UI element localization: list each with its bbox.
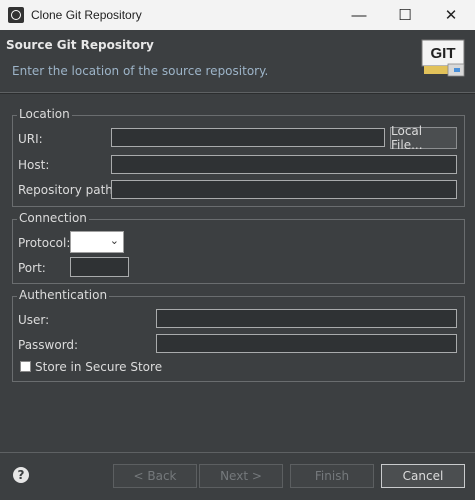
- uri-label: URI:: [18, 132, 43, 146]
- back-button[interactable]: < Back: [113, 464, 197, 488]
- host-label: Host:: [18, 158, 50, 172]
- repository-path-input[interactable]: [111, 180, 457, 199]
- location-group-title: Location: [17, 107, 72, 121]
- window-title: Clone Git Repository: [31, 8, 142, 22]
- maximize-icon: ☐: [398, 7, 412, 24]
- store-in-secure-store-checkbox[interactable]: [20, 361, 31, 372]
- password-input[interactable]: [156, 334, 457, 353]
- user-input[interactable]: [156, 309, 457, 328]
- close-button[interactable]: ✕: [428, 0, 474, 30]
- git-logo-text: GIT: [431, 45, 456, 62]
- close-icon: ✕: [444, 7, 458, 24]
- footer-separator: [0, 452, 475, 453]
- local-file-button[interactable]: Local File...: [390, 124, 457, 152]
- page-heading: Source Git Repository: [6, 38, 154, 52]
- page-description: Enter the location of the source reposit…: [12, 64, 269, 78]
- cancel-button[interactable]: Cancel: [381, 464, 465, 488]
- minimize-button[interactable]: —: [336, 0, 382, 30]
- authentication-group-title: Authentication: [17, 288, 110, 302]
- protocol-select[interactable]: ⌄: [70, 231, 124, 253]
- minimize-icon: —: [351, 6, 367, 24]
- finish-button[interactable]: Finish: [290, 464, 374, 488]
- host-input[interactable]: [111, 155, 457, 174]
- header-separator-shadow: [0, 93, 475, 94]
- maximize-button[interactable]: ☐: [382, 0, 428, 30]
- user-label: User:: [18, 313, 50, 327]
- protocol-label: Protocol:: [18, 236, 71, 250]
- chevron-down-icon: ⌄: [109, 234, 119, 247]
- port-label: Port:: [18, 261, 46, 275]
- wizard-header: Source Git Repository Enter the location…: [0, 30, 475, 92]
- password-label: Password:: [18, 338, 79, 352]
- connection-group-title: Connection: [17, 211, 89, 225]
- git-logo-icon: GIT: [421, 39, 465, 77]
- title-bar: Clone Git Repository — ☐ ✕: [0, 0, 475, 30]
- help-icon[interactable]: ?: [13, 467, 29, 483]
- eclipse-app-icon: [8, 7, 24, 23]
- repository-path-label: Repository path:: [18, 183, 117, 197]
- store-in-secure-store-label[interactable]: Store in Secure Store: [35, 360, 162, 374]
- uri-input[interactable]: [111, 128, 385, 147]
- port-input[interactable]: [70, 257, 129, 277]
- next-button[interactable]: Next >: [199, 464, 283, 488]
